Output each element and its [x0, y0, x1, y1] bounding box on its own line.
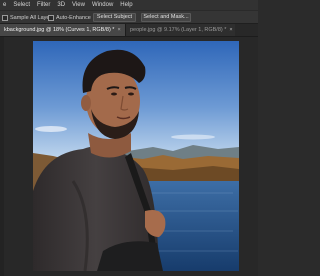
document-canvas[interactable]	[33, 41, 239, 271]
close-icon[interactable]: ×	[117, 27, 120, 33]
menu-window[interactable]: Window	[89, 0, 117, 10]
menu-filter[interactable]: Filter	[34, 0, 54, 10]
tab-background-label: kbackground.jpg @ 18% (Curves 1, RGB/8) …	[4, 27, 115, 33]
menu-bar: e Select Filter 3D View Window Help	[0, 0, 258, 10]
auto-enhance-label: Auto-Enhance	[56, 15, 91, 21]
composite-image	[33, 41, 239, 271]
auto-enhance-option[interactable]: Auto-Enhance	[48, 11, 91, 23]
canvas-area[interactable]	[0, 37, 258, 276]
cloud	[35, 126, 67, 132]
menu-edit[interactable]: e	[0, 0, 10, 10]
ear	[81, 95, 91, 111]
tab-people-doc[interactable]: people.jpg @ 9.17% (Layer 1, RGB/8) * ×	[125, 24, 235, 36]
close-icon[interactable]: ×	[229, 27, 232, 33]
menu-view[interactable]: View	[69, 0, 89, 10]
select-and-mask-button[interactable]: Select and Mask...	[141, 13, 191, 22]
options-bar: Sample All Layers Auto-Enhance Select Su…	[0, 10, 258, 24]
tab-background-doc[interactable]: kbackground.jpg @ 18% (Curves 1, RGB/8) …	[0, 24, 125, 36]
menu-help[interactable]: Help	[117, 0, 136, 10]
eye	[128, 92, 134, 96]
tools-panel-edge	[0, 37, 4, 276]
auto-enhance-checkbox[interactable]	[48, 15, 54, 21]
select-subject-button[interactable]: Select Subject	[93, 13, 136, 22]
tab-people-label: people.jpg @ 9.17% (Layer 1, RGB/8) *	[130, 27, 227, 33]
document-tab-bar: kbackground.jpg @ 18% (Curves 1, RGB/8) …	[0, 24, 258, 37]
cloud	[171, 134, 215, 140]
sample-all-layers-checkbox[interactable]	[2, 15, 8, 21]
menu-select[interactable]: Select	[10, 0, 34, 10]
eye	[111, 92, 117, 96]
menu-3d[interactable]: 3D	[54, 0, 69, 10]
sample-all-layers-option[interactable]: Sample All Layers	[2, 11, 54, 23]
